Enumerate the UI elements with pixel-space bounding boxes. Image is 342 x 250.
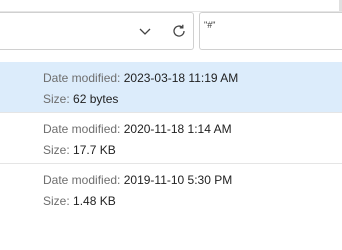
file-explorer-window: "#" Date modified: 2023-03-18 11:19 AM S… [0, 0, 342, 250]
date-modified-label: Date modified: [43, 71, 121, 85]
chevron-down-icon[interactable] [136, 20, 154, 42]
size-row: Size: 1.48 KB [43, 194, 116, 208]
size-value: 1.48 KB [73, 194, 116, 208]
date-modified-row: Date modified: 2020-11-18 1:14 AM [43, 122, 232, 136]
list-item[interactable]: Date modified: 2023-03-18 11:19 AM Size:… [0, 62, 342, 112]
search-query-text: "#" [204, 20, 216, 30]
size-label: Size: [43, 143, 70, 157]
date-modified-value: 2020-11-18 1:14 AM [123, 122, 232, 136]
list-item[interactable]: Date modified: 2019-11-10 5:30 PM Size: … [0, 164, 342, 214]
date-modified-label: Date modified: [43, 173, 121, 187]
size-value: 17.7 KB [73, 143, 116, 157]
size-label: Size: [43, 92, 70, 106]
search-input[interactable]: "#" [199, 12, 342, 50]
size-row: Size: 17.7 KB [43, 143, 116, 157]
date-modified-row: Date modified: 2023-03-18 11:19 AM [43, 71, 238, 85]
size-label: Size: [43, 194, 70, 208]
size-value: 62 bytes [73, 92, 119, 106]
date-modified-row: Date modified: 2019-11-10 5:30 PM [43, 173, 232, 187]
date-modified-label: Date modified: [43, 122, 121, 136]
date-modified-value: 2023-03-18 11:19 AM [123, 71, 239, 85]
title-bar-strip [0, 0, 342, 12]
size-row: Size: 62 bytes [43, 92, 118, 106]
date-modified-value: 2019-11-10 5:30 PM [123, 173, 233, 187]
list-item[interactable]: Date modified: 2020-11-18 1:14 AM Size: … [0, 113, 342, 163]
address-bar[interactable] [0, 12, 194, 50]
refresh-icon[interactable] [168, 20, 190, 42]
